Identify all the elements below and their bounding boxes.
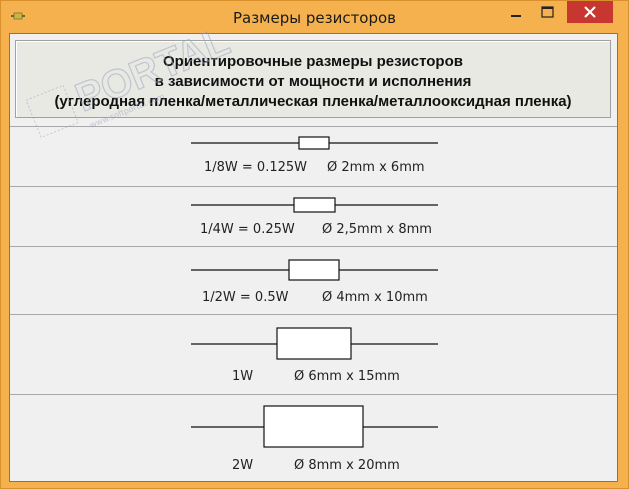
resistor-size-1: Ø 2mm x 6mm bbox=[327, 160, 425, 175]
divider bbox=[10, 126, 617, 127]
resistor-power-5: 2W bbox=[232, 458, 254, 473]
resistor-drawing-4 bbox=[191, 327, 438, 360]
resistor-drawing-2 bbox=[191, 197, 438, 213]
divider bbox=[10, 186, 617, 187]
header-panel: Ориентировочные размеры резисторов в зав… bbox=[15, 40, 611, 118]
minimize-icon bbox=[511, 15, 521, 17]
close-button[interactable] bbox=[567, 1, 613, 23]
header-materials: (углеродная пленка/металлическая пленка/… bbox=[54, 93, 572, 110]
divider bbox=[10, 394, 617, 395]
maximize-icon bbox=[541, 6, 554, 18]
divider bbox=[10, 246, 617, 247]
maximize-button[interactable] bbox=[531, 1, 564, 23]
title-bar[interactable]: Размеры резисторов bbox=[1, 1, 628, 33]
header-title: Ориентировочные размеры резисторов bbox=[163, 53, 463, 70]
divider bbox=[10, 314, 617, 315]
resistor-drawing-1 bbox=[191, 136, 438, 150]
close-icon bbox=[584, 6, 596, 18]
resistor-drawing-5 bbox=[191, 405, 438, 448]
resistor-size-3: Ø 4mm x 10mm bbox=[322, 290, 428, 305]
resistor-power-3: 1/2W = 0.5W bbox=[202, 290, 289, 305]
app-window: Размеры резисторов Ориентировочные разме… bbox=[0, 0, 629, 489]
resistor-power-2: 1/4W = 0.25W bbox=[200, 222, 295, 237]
resistor-power-4: 1W bbox=[232, 369, 254, 384]
resistor-power-1: 1/8W = 0.125W bbox=[204, 160, 308, 175]
header-subtitle: в зависимости от мощности и исполнения bbox=[154, 73, 472, 90]
resistor-drawing-3 bbox=[191, 259, 438, 281]
resistor-size-5: Ø 8mm x 20mm bbox=[294, 458, 400, 473]
client-area: Ориентировочные размеры резисторов в зав… bbox=[9, 33, 618, 482]
resistor-size-2: Ø 2,5mm x 8mm bbox=[322, 222, 432, 237]
minimize-button[interactable] bbox=[501, 1, 531, 23]
resistor-size-4: Ø 6mm x 15mm bbox=[294, 369, 400, 384]
